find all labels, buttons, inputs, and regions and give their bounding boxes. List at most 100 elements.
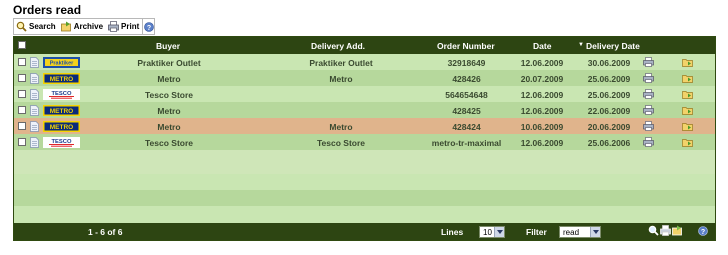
printer-icon[interactable] bbox=[643, 73, 654, 83]
buyer-cell: Praktiker Outlet bbox=[137, 58, 201, 68]
document-icon[interactable] bbox=[30, 105, 39, 116]
help-icon: ? bbox=[143, 21, 154, 32]
grid-header: Buyer Delivery Add. Order Number Date ▼ … bbox=[14, 37, 715, 54]
pagination-info: 1 - 6 of 6 bbox=[88, 227, 123, 237]
help-icon[interactable]: ? bbox=[698, 226, 708, 236]
archive-icon[interactable] bbox=[682, 74, 693, 83]
printer-icon[interactable] bbox=[643, 57, 654, 67]
empty-row bbox=[14, 190, 715, 206]
date-cell: 12.06.2009 bbox=[520, 138, 564, 148]
printer-icon bbox=[108, 21, 119, 32]
document-icon[interactable] bbox=[30, 57, 39, 68]
table-row[interactable]: Praktiker Praktiker Outlet Praktiker Out… bbox=[14, 54, 715, 70]
archive-icon[interactable] bbox=[682, 106, 693, 115]
row-checkbox[interactable] bbox=[18, 138, 26, 146]
printer-icon[interactable] bbox=[643, 121, 654, 131]
empty-row bbox=[14, 206, 715, 223]
help-button[interactable]: ? bbox=[142, 19, 154, 34]
lines-select-value: 10 bbox=[483, 228, 492, 237]
order-number-cell: 32918649 bbox=[447, 58, 486, 68]
svg-text:METRO: METRO bbox=[50, 108, 73, 115]
document-icon[interactable] bbox=[30, 121, 39, 132]
column-header-delivery-date[interactable]: Delivery Date bbox=[586, 41, 640, 51]
delivery-add-cell: Tesco Store bbox=[316, 138, 366, 148]
row-checkbox[interactable] bbox=[18, 90, 26, 98]
search-button[interactable]: Search bbox=[14, 19, 59, 34]
row-checkbox[interactable] bbox=[18, 58, 26, 66]
archive-icon[interactable] bbox=[672, 225, 683, 236]
tesco-logo: TESCO bbox=[43, 137, 80, 148]
document-icon[interactable] bbox=[30, 137, 39, 148]
table-row[interactable]: TESCO Tesco Store 564654648 12.06.2009 2… bbox=[14, 86, 715, 102]
lines-label: Lines bbox=[441, 227, 464, 237]
table-row[interactable]: TESCO Tesco Store Tesco Store metro-tr-m… bbox=[14, 134, 715, 150]
printer-icon[interactable] bbox=[643, 105, 654, 115]
row-checkbox[interactable] bbox=[18, 122, 26, 130]
metro-logo: METRO bbox=[43, 121, 80, 132]
svg-text:?: ? bbox=[701, 229, 705, 236]
delivery-date-cell: 25.06.2009 bbox=[587, 74, 631, 84]
grid-footer: 1 - 6 of 6 Lines 10 Filter read ? bbox=[14, 223, 715, 240]
archive-icon[interactable] bbox=[682, 122, 693, 131]
svg-text:Praktiker: Praktiker bbox=[50, 61, 74, 67]
search-label: Search bbox=[29, 22, 56, 31]
date-cell: 12.06.2009 bbox=[520, 106, 564, 116]
metro-logo: METRO bbox=[43, 105, 80, 116]
buyer-cell: Metro bbox=[157, 106, 181, 116]
archive-icon[interactable] bbox=[682, 90, 693, 99]
buyer-cell: Metro bbox=[157, 122, 181, 132]
filter-label: Filter bbox=[526, 227, 547, 237]
tesco-logo: TESCO bbox=[43, 89, 80, 100]
page-title: Orders read bbox=[13, 3, 82, 17]
sort-descending-icon: ▼ bbox=[578, 42, 584, 48]
filter-select-value: read bbox=[563, 228, 580, 237]
lines-select[interactable]: 10 bbox=[479, 226, 505, 238]
select-all-checkbox[interactable] bbox=[18, 41, 26, 49]
column-header-order-number[interactable]: Order Number bbox=[437, 41, 495, 51]
archive-button[interactable]: Archive bbox=[59, 19, 106, 34]
delivery-date-cell: 25.06.2006 bbox=[587, 138, 631, 148]
document-icon[interactable] bbox=[30, 73, 39, 84]
svg-text:?: ? bbox=[147, 24, 151, 31]
praktiker-logo: Praktiker bbox=[43, 57, 80, 68]
orders-grid: Buyer Delivery Add. Order Number Date ▼ … bbox=[13, 36, 716, 241]
document-icon[interactable] bbox=[30, 89, 39, 100]
column-header-delivery-add[interactable]: Delivery Add. bbox=[311, 41, 365, 51]
svg-text:TESCO: TESCO bbox=[52, 91, 72, 97]
column-header-date[interactable]: Date bbox=[533, 41, 551, 51]
order-number-cell: 428424 bbox=[452, 122, 481, 132]
date-cell: 12.06.2009 bbox=[520, 58, 564, 68]
printer-icon[interactable] bbox=[643, 137, 654, 147]
printer-icon[interactable] bbox=[660, 225, 671, 236]
zoom-icon[interactable] bbox=[648, 225, 659, 236]
date-cell: 10.06.2009 bbox=[520, 122, 564, 132]
table-row[interactable]: METRO Metro Metro 428426 20.07.2009 25.0… bbox=[14, 70, 715, 86]
printer-icon[interactable] bbox=[643, 89, 654, 99]
delivery-date-cell: 25.06.2009 bbox=[587, 90, 631, 100]
print-button[interactable]: Print bbox=[106, 19, 142, 34]
svg-text:METRO: METRO bbox=[50, 76, 73, 83]
svg-text:METRO: METRO bbox=[50, 124, 73, 131]
delivery-add-cell: Praktiker Outlet bbox=[309, 58, 373, 68]
filter-select[interactable]: read bbox=[559, 226, 601, 238]
date-cell: 20.07.2009 bbox=[520, 74, 564, 84]
search-icon bbox=[16, 21, 27, 32]
footer-actions bbox=[648, 225, 683, 236]
chevron-down-icon bbox=[494, 227, 504, 237]
delivery-date-cell: 30.06.2009 bbox=[587, 58, 631, 68]
row-checkbox[interactable] bbox=[18, 106, 26, 114]
toolbar: Search Archive Print ? bbox=[13, 18, 155, 35]
print-label: Print bbox=[121, 22, 140, 31]
chevron-down-icon bbox=[590, 227, 600, 237]
svg-text:TESCO: TESCO bbox=[52, 139, 72, 145]
delivery-add-cell: Metro bbox=[329, 74, 353, 84]
buyer-cell: Tesco Store bbox=[144, 138, 194, 148]
archive-icon[interactable] bbox=[682, 138, 693, 147]
column-header-buyer[interactable]: Buyer bbox=[156, 41, 180, 51]
table-row[interactable]: METRO Metro 428425 12.06.2009 22.06.2009 bbox=[14, 102, 715, 118]
delivery-date-cell: 22.06.2009 bbox=[587, 106, 631, 116]
table-row[interactable]: METRO Metro Metro 428424 10.06.2009 20.0… bbox=[14, 118, 715, 134]
archive-icon[interactable] bbox=[682, 58, 693, 67]
row-checkbox[interactable] bbox=[18, 74, 26, 82]
date-cell: 12.06.2009 bbox=[520, 90, 564, 100]
